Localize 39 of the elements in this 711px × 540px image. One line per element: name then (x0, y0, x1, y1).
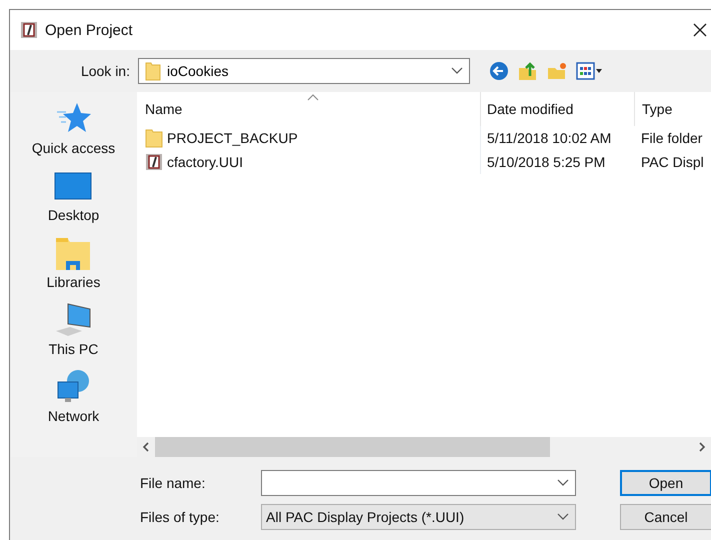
up-folder-icon[interactable] (517, 60, 539, 82)
open-button[interactable]: Open (620, 470, 711, 496)
file-type-label: Files of type: (140, 509, 220, 525)
horizontal-scrollbar[interactable] (137, 437, 711, 457)
scrollbar-thumb[interactable] (155, 437, 550, 457)
date-cell: 5/10/2018 5:25 PM (480, 150, 634, 174)
look-in-dropdown[interactable]: ioCookies (138, 58, 470, 84)
places-item[interactable]: This PC (48, 301, 98, 357)
file-name[interactable]: PROJECT_BACKUP (167, 130, 298, 146)
new-folder-icon[interactable] (546, 60, 568, 82)
file-name-field[interactable] (261, 470, 576, 496)
file-name-label: File name: (140, 475, 206, 491)
cancel-button[interactable]: Cancel (620, 504, 711, 530)
folder-icon (145, 128, 163, 148)
column-header[interactable]: Type (635, 92, 711, 126)
view-menu-icon[interactable] (575, 60, 603, 82)
column-header[interactable]: Name (137, 92, 481, 126)
computer-icon (54, 301, 92, 339)
chevron-icon (557, 479, 569, 487)
file-name[interactable]: cfactory.UUI (167, 154, 243, 170)
scroll-right-icon[interactable] (697, 442, 707, 452)
chevron-icon (557, 513, 569, 521)
back-icon[interactable] (488, 60, 510, 82)
places-item[interactable]: Desktop (48, 167, 100, 223)
folder-icon (145, 61, 161, 81)
type-cell-text: PAC Displ (640, 154, 705, 170)
places-item[interactable]: Network (48, 368, 100, 424)
type-cell-text: File folder (640, 130, 704, 146)
file-type-dropdown[interactable]: All PAC Display Projects (*.UUI) (261, 504, 576, 530)
look-in-label: Look in: (80, 63, 130, 79)
scroll-left-icon[interactable] (141, 442, 151, 452)
app-logo-icon (20, 21, 38, 39)
project-file-icon (145, 152, 163, 172)
date-cell: 5/11/2018 10:02 AM (480, 126, 634, 150)
places-item[interactable]: Libraries (46, 234, 100, 290)
places-item[interactable]: Quick access (32, 100, 116, 156)
window-title: Open Project (45, 22, 134, 38)
chevron-icon (451, 67, 463, 75)
column-header[interactable]: Date modified (481, 92, 635, 126)
